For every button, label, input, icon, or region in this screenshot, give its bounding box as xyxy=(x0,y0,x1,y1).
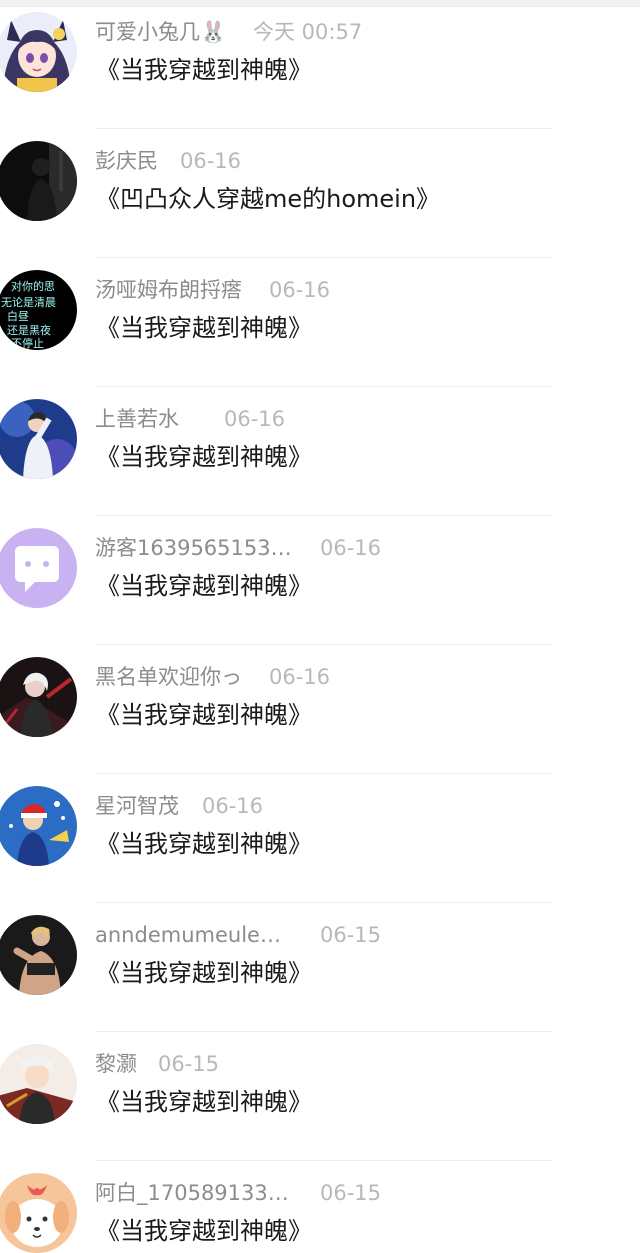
avatar-text-line: 还是黑夜 xyxy=(7,323,51,337)
username[interactable]: 彭庆民 xyxy=(95,145,158,177)
comment-item[interactable]: 阿白_170589133… 06-15 《当我穿越到神魄》 xyxy=(0,1161,640,1253)
username[interactable]: 黎灏 xyxy=(95,1048,137,1080)
anime-girl-avatar[interactable] xyxy=(0,12,77,92)
dark-silhouette-avatar[interactable] xyxy=(0,141,77,221)
comment-text: 《凹凸众人穿越me的homein》 xyxy=(96,185,441,213)
comment-date: 06-15 xyxy=(320,923,382,947)
comment-item[interactable]: 彭庆民 06-16 《凹凸众人穿越me的homein》 xyxy=(0,129,640,258)
comment-text: 《当我穿越到神魄》 xyxy=(96,572,312,600)
username[interactable]: 星河智茂 xyxy=(95,790,179,822)
comment-item[interactable]: 黎灏 06-15 《当我穿越到神魄》 xyxy=(0,1032,640,1161)
username[interactable]: anndemumeule… xyxy=(95,919,281,951)
comment-text: 《当我穿越到神魄》 xyxy=(96,1088,312,1116)
comment-text: 《当我穿越到神魄》 xyxy=(96,1217,312,1245)
comment-date: 06-15 xyxy=(158,1052,220,1076)
puppy-avatar[interactable] xyxy=(0,1173,77,1253)
comment-item[interactable]: anndemumeule… 06-15 《当我穿越到神魄》 xyxy=(0,903,640,1032)
comment-date: 06-15 xyxy=(320,1181,382,1205)
comment-text: 《当我穿越到神魄》 xyxy=(96,314,312,342)
avatar-text-line: 无论是清晨 xyxy=(1,295,56,309)
anime-trainer-avatar[interactable] xyxy=(0,786,77,866)
username[interactable]: 可爱小兔几🐰 xyxy=(95,16,226,48)
comment-text: 《当我穿越到神魄》 xyxy=(96,701,312,729)
comment-text: 《当我穿越到神魄》 xyxy=(96,443,312,471)
username[interactable]: 黑名单欢迎你っ xyxy=(95,661,242,693)
avatar-text-line: 白昼 xyxy=(7,309,29,323)
username[interactable]: 上善若水 xyxy=(95,403,179,435)
avatar-text-line: 不停止 xyxy=(11,336,44,350)
username[interactable]: 游客1639565153… xyxy=(95,532,292,564)
comment-text: 《当我穿越到神魄》 xyxy=(96,959,312,987)
comment-item[interactable]: 黑名单欢迎你っ 06-16 《当我穿越到神魄》 xyxy=(0,645,640,774)
username[interactable]: 阿白_170589133… xyxy=(95,1177,289,1209)
comment-item[interactable]: 可爱小兔几🐰 今天 00:57 《当我穿越到神魄》 xyxy=(0,0,640,129)
chat-bubble-avatar[interactable] xyxy=(0,528,77,608)
comment-date: 06-16 xyxy=(202,794,264,818)
comment-date: 06-16 xyxy=(224,407,286,431)
avatar-text-line: 对你的思 xyxy=(11,279,55,293)
comment-item[interactable]: 对你的思 无论是清晨 白昼 还是黑夜 不停止 汤哑姆布朗捋瘩 06-16 《当我… xyxy=(0,258,640,387)
username[interactable]: 汤哑姆布朗捋瘩 xyxy=(95,274,242,306)
fitness-avatar[interactable] xyxy=(0,915,77,995)
stage-performer-avatar[interactable] xyxy=(0,399,77,479)
comment-date: 06-16 xyxy=(269,665,331,689)
comment-date: 今天 00:57 xyxy=(253,20,363,44)
comment-date: 06-16 xyxy=(320,536,382,560)
comment-text: 《当我穿越到神魄》 xyxy=(96,830,312,858)
comment-text: 《当我穿越到神魄》 xyxy=(96,56,312,84)
comment-date: 06-16 xyxy=(269,278,331,302)
comment-date: 06-16 xyxy=(180,149,242,173)
dark-anime-avatar[interactable] xyxy=(0,657,77,737)
comment-item[interactable]: 星河智茂 06-16 《当我穿越到神魄》 xyxy=(0,774,640,903)
comment-item[interactable]: 游客1639565153… 06-16 《当我穿越到神魄》 xyxy=(0,516,640,645)
comment-item[interactable]: 上善若水 06-16 《当我穿越到神魄》 xyxy=(0,387,640,516)
text-quote-avatar[interactable]: 对你的思 无论是清晨 白昼 还是黑夜 不停止 xyxy=(0,270,77,350)
anime-boy-avatar[interactable] xyxy=(0,1044,77,1124)
